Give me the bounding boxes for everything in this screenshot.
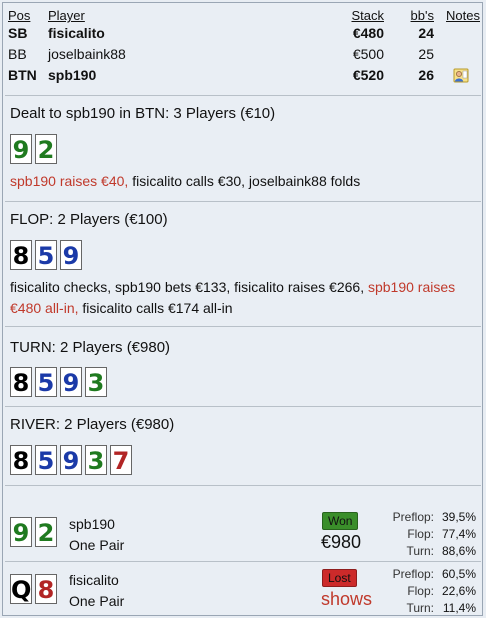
player-bbs: 25 (418, 46, 434, 62)
equity-label: Flop: (407, 584, 434, 598)
player-position: BB (8, 46, 27, 62)
card: 9 (60, 367, 82, 397)
player-row[interactable]: BTN spb190 €520 26 (8, 67, 480, 88)
player-bbs: 24 (418, 25, 434, 41)
card: 9 (60, 240, 82, 270)
separator (5, 561, 481, 562)
loser-equity: Preflop: 60,5% Flop: 22,6% Turn: 11,4% (382, 566, 476, 617)
lost-badge: Lost (322, 569, 357, 587)
card: 8 (35, 574, 57, 604)
equity-row: Flop: 22,6% (382, 583, 476, 600)
separator (5, 326, 481, 327)
header-stack[interactable]: Stack (351, 8, 384, 23)
equity-value: 60,5% (441, 567, 476, 581)
equity-label: Turn: (406, 601, 434, 615)
card: 9 (10, 517, 32, 547)
flop-actions: fisicalito checks, spb190 bets €133, fis… (10, 277, 475, 319)
header-notes[interactable]: Notes (440, 8, 480, 23)
equity-label: Preflop: (392, 567, 434, 581)
equity-value: 77,4% (441, 527, 476, 541)
action-text: fisicalito checks, spb190 bets €133, fis… (10, 279, 368, 295)
card: 3 (85, 367, 107, 397)
player-bbs: 26 (418, 67, 434, 83)
card: 8 (10, 240, 32, 270)
player-position: SB (8, 25, 28, 41)
player-stack: €520 (352, 67, 384, 83)
player-row[interactable]: BB joselbaink88 €500 25 (8, 46, 480, 67)
card: 5 (35, 367, 57, 397)
card: 2 (35, 517, 57, 547)
player-name: joselbaink88 (48, 46, 126, 62)
player-stack: €480 (352, 25, 384, 41)
card: 9 (60, 445, 82, 475)
card: 9 (10, 134, 32, 164)
turn-title: TURN: 2 Players (€980) (10, 339, 171, 356)
equity-value: 39,5% (441, 510, 476, 524)
winner-name: spb190 (69, 516, 115, 532)
equity-row: Flop: 77,4% (382, 526, 476, 543)
player-position: BTN (8, 67, 37, 83)
header-player[interactable]: Player (48, 8, 85, 23)
card: Q (10, 574, 32, 604)
winner-hand: One Pair (69, 537, 125, 553)
player-stack: €500 (352, 46, 384, 62)
equity-row: Preflop: 39,5% (382, 509, 476, 526)
user-note-icon[interactable] (453, 68, 469, 83)
preflop-title: Dealt to spb190 in BTN: 3 Players (€10) (10, 105, 276, 122)
players-table: Pos Player Stack bb's Notes SB fisicalito… (8, 8, 480, 88)
equity-row: Preflop: 60,5% (382, 566, 476, 583)
river-title: RIVER: 2 Players (€980) (10, 416, 175, 433)
header-bbs[interactable]: bb's (411, 8, 434, 23)
flop-title: FLOP: 2 Players (€100) (10, 211, 168, 228)
header-pos[interactable]: Pos (8, 8, 30, 23)
card: 2 (35, 134, 57, 164)
separator (5, 406, 481, 407)
player-name: spb190 (48, 67, 97, 83)
card: 8 (10, 367, 32, 397)
equity-value: 11,4% (442, 601, 476, 615)
players-table-header: Pos Player Stack bb's Notes (8, 8, 480, 25)
won-badge: Won (322, 512, 359, 530)
player-name: fisicalito (48, 25, 105, 41)
action-text: fisicalito calls €174 all-in (78, 300, 233, 316)
won-amount: €980 (321, 532, 362, 552)
player-row[interactable]: SB fisicalito €480 24 (8, 25, 480, 46)
equity-label: Turn: (406, 544, 434, 558)
equity-value: 88,6% (441, 544, 476, 558)
winner-equity: Preflop: 39,5% Flop: 77,4% Turn: 88,6% (382, 509, 476, 560)
shows-label: shows (321, 589, 373, 609)
separator (5, 95, 481, 96)
equity-row: Turn: 88,6% (382, 543, 476, 560)
loser-name: fisicalito (69, 572, 119, 588)
card: 5 (35, 445, 57, 475)
card: 3 (85, 445, 107, 475)
equity-label: Preflop: (392, 510, 434, 524)
equity-label: Flop: (407, 527, 434, 541)
hero-action: spb190 raises €40, (10, 173, 129, 189)
card: 7 (110, 445, 132, 475)
equity-value: 22,6% (441, 584, 476, 598)
preflop-actions: spb190 raises €40, fisicalito calls €30,… (10, 171, 475, 192)
card: 8 (10, 445, 32, 475)
separator (5, 485, 481, 486)
card: 5 (35, 240, 57, 270)
separator (5, 201, 481, 202)
action-text: fisicalito calls €30, joselbaink88 folds (128, 173, 361, 189)
loser-hand: One Pair (69, 593, 125, 609)
equity-row: Turn: 11,4% (382, 600, 476, 617)
